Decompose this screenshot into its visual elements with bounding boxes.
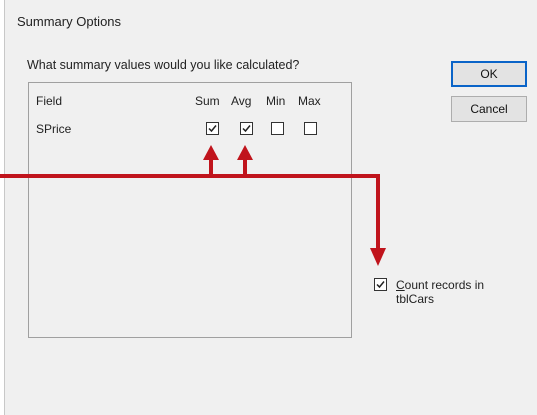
annotation-arrow-lines [0, 158, 380, 250]
arrowhead-up-sum [203, 145, 219, 160]
arrowhead-up-avg [237, 145, 253, 160]
arrowhead-down-count [370, 248, 386, 266]
annotation-connector-line [0, 174, 380, 250]
annotation-arrows [0, 145, 386, 266]
